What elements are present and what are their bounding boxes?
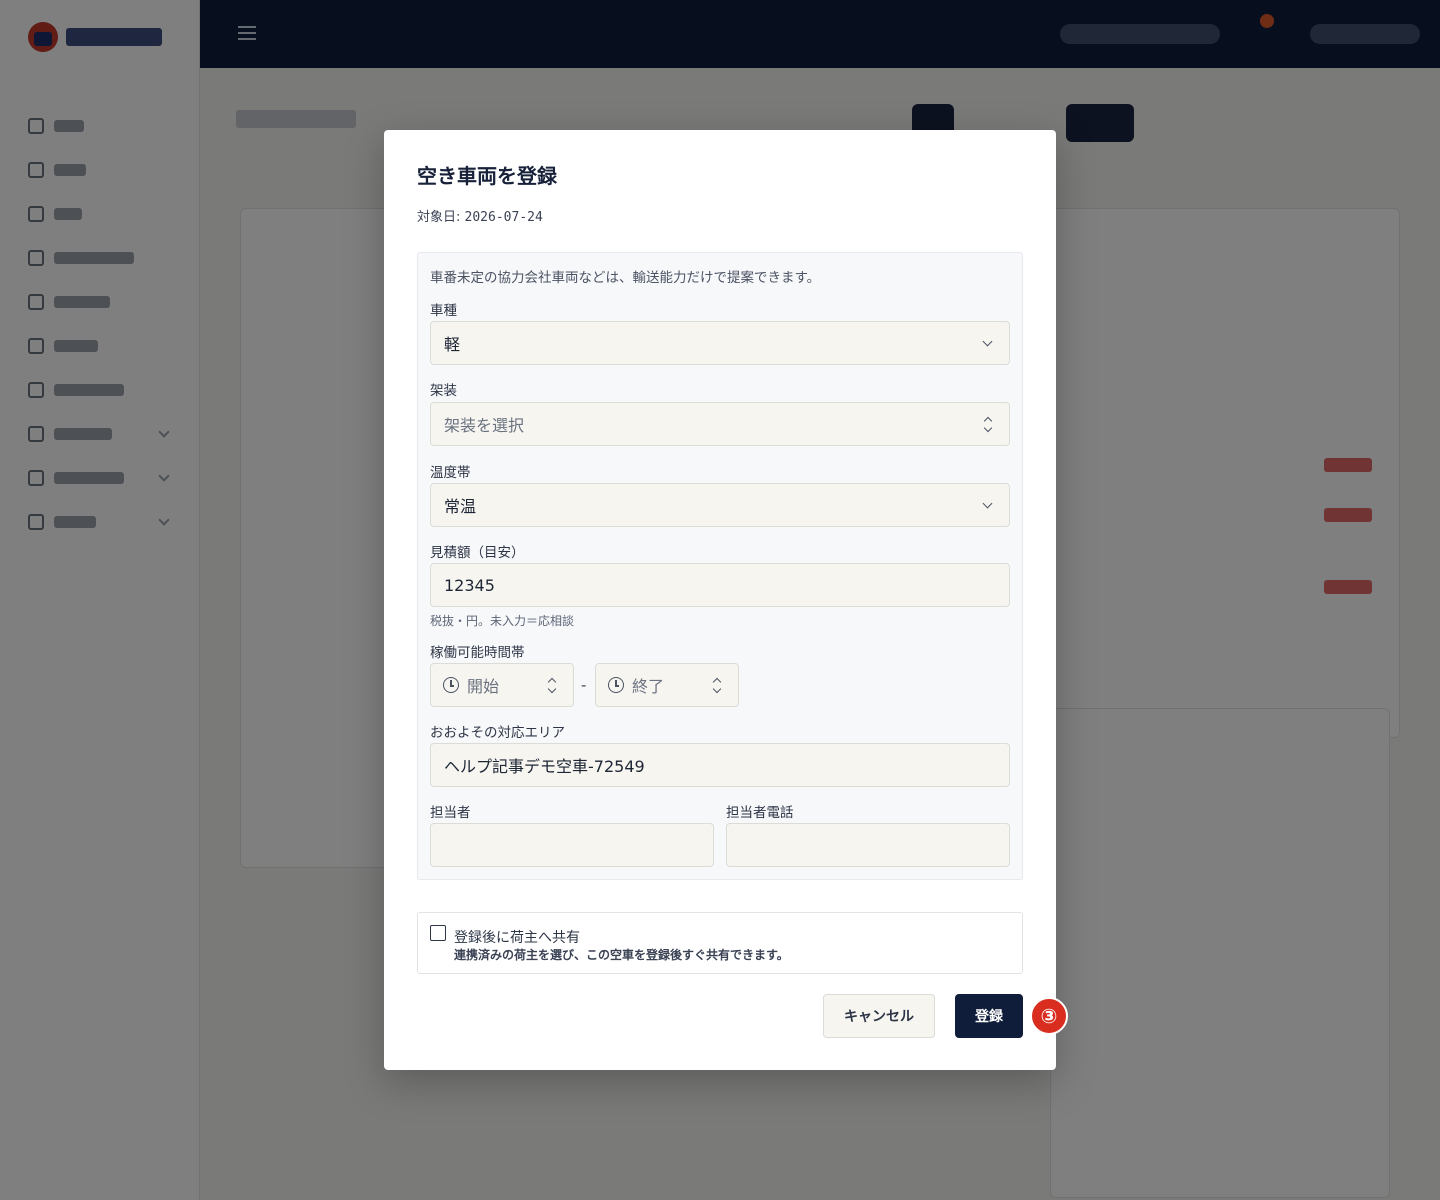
start-time-picker[interactable]: 開始 — [430, 663, 574, 707]
target-date-value: 2026-07-24 — [464, 210, 543, 225]
estimate-value: 12345 — [444, 575, 495, 595]
estimate-label: 見積額（目安） — [430, 545, 525, 561]
area-label: おおよその対応エリア — [430, 725, 565, 741]
target-date-label: 対象日: — [417, 210, 461, 225]
form-hint: 車番未定の協力会社車両などは、輸送能力だけで提案できます。 — [430, 270, 821, 286]
register-button[interactable]: 登録 — [955, 994, 1023, 1038]
target-date: 対象日: 2026-07-24 — [417, 206, 543, 225]
chevron-down-icon — [982, 336, 993, 347]
estimate-input[interactable]: 12345 — [430, 563, 1010, 607]
contact-phone-label: 担当者電話 — [726, 805, 794, 821]
share-checkbox[interactable] — [430, 925, 446, 941]
area-input[interactable]: ヘルプ記事デモ空車-72549 — [430, 743, 1010, 787]
temperature-select[interactable]: 常温 — [430, 483, 1010, 527]
end-time-placeholder: 終了 — [632, 677, 665, 696]
end-time-picker[interactable]: 終了 — [595, 663, 739, 707]
clock-icon — [608, 677, 624, 693]
vehicle-form-panel: 車番未定の協力会社車両などは、輸送能力だけで提案できます。 車種 軽 架装 架装… — [417, 252, 1023, 880]
step-marker-badge: ③ — [1030, 997, 1068, 1035]
clock-icon — [443, 677, 459, 693]
temperature-value: 常温 — [444, 497, 477, 516]
estimate-help: 税抜・円。未入力＝応相談 — [430, 614, 575, 628]
cancel-button[interactable]: キャンセル — [823, 994, 935, 1038]
time-separator: - — [581, 676, 587, 694]
vehicle-type-label: 車種 — [430, 303, 457, 319]
share-checkbox-label[interactable]: 登録後に荷主へ共有 — [454, 927, 580, 947]
contact-phone-input[interactable] — [726, 823, 1010, 867]
temperature-label: 温度帯 — [430, 465, 471, 481]
hours-label: 稼働可能時間帯 — [430, 645, 525, 661]
area-value: ヘルプ記事デモ空車-72549 — [444, 757, 645, 776]
start-time-placeholder: 開始 — [467, 677, 500, 696]
share-option: 登録後に荷主へ共有 連携済みの荷主を選び、この空車を登録後すぐ共有できます。 — [417, 912, 1023, 974]
vehicle-type-select[interactable]: 軽 — [430, 321, 1010, 365]
chevron-up-down-icon — [981, 415, 995, 433]
contact-person-label: 担当者 — [430, 805, 471, 821]
chevron-up-down-icon — [545, 676, 559, 694]
chevron-up-down-icon — [710, 676, 724, 694]
body-type-placeholder: 架装を選択 — [444, 416, 525, 435]
body-type-label: 架装 — [430, 383, 457, 399]
share-description: 連携済みの荷主を選び、この空車を登録後すぐ共有できます。 — [454, 948, 789, 962]
register-vehicle-dialog: 空き車両を登録 対象日: 2026-07-24 車番未定の協力会社車両などは、輸… — [384, 130, 1056, 1070]
dialog-title: 空き車両を登録 — [417, 164, 557, 188]
contact-person-input[interactable] — [430, 823, 714, 867]
body-type-combobox[interactable]: 架装を選択 — [430, 402, 1010, 446]
chevron-down-icon — [982, 498, 993, 509]
vehicle-type-value: 軽 — [444, 335, 461, 354]
